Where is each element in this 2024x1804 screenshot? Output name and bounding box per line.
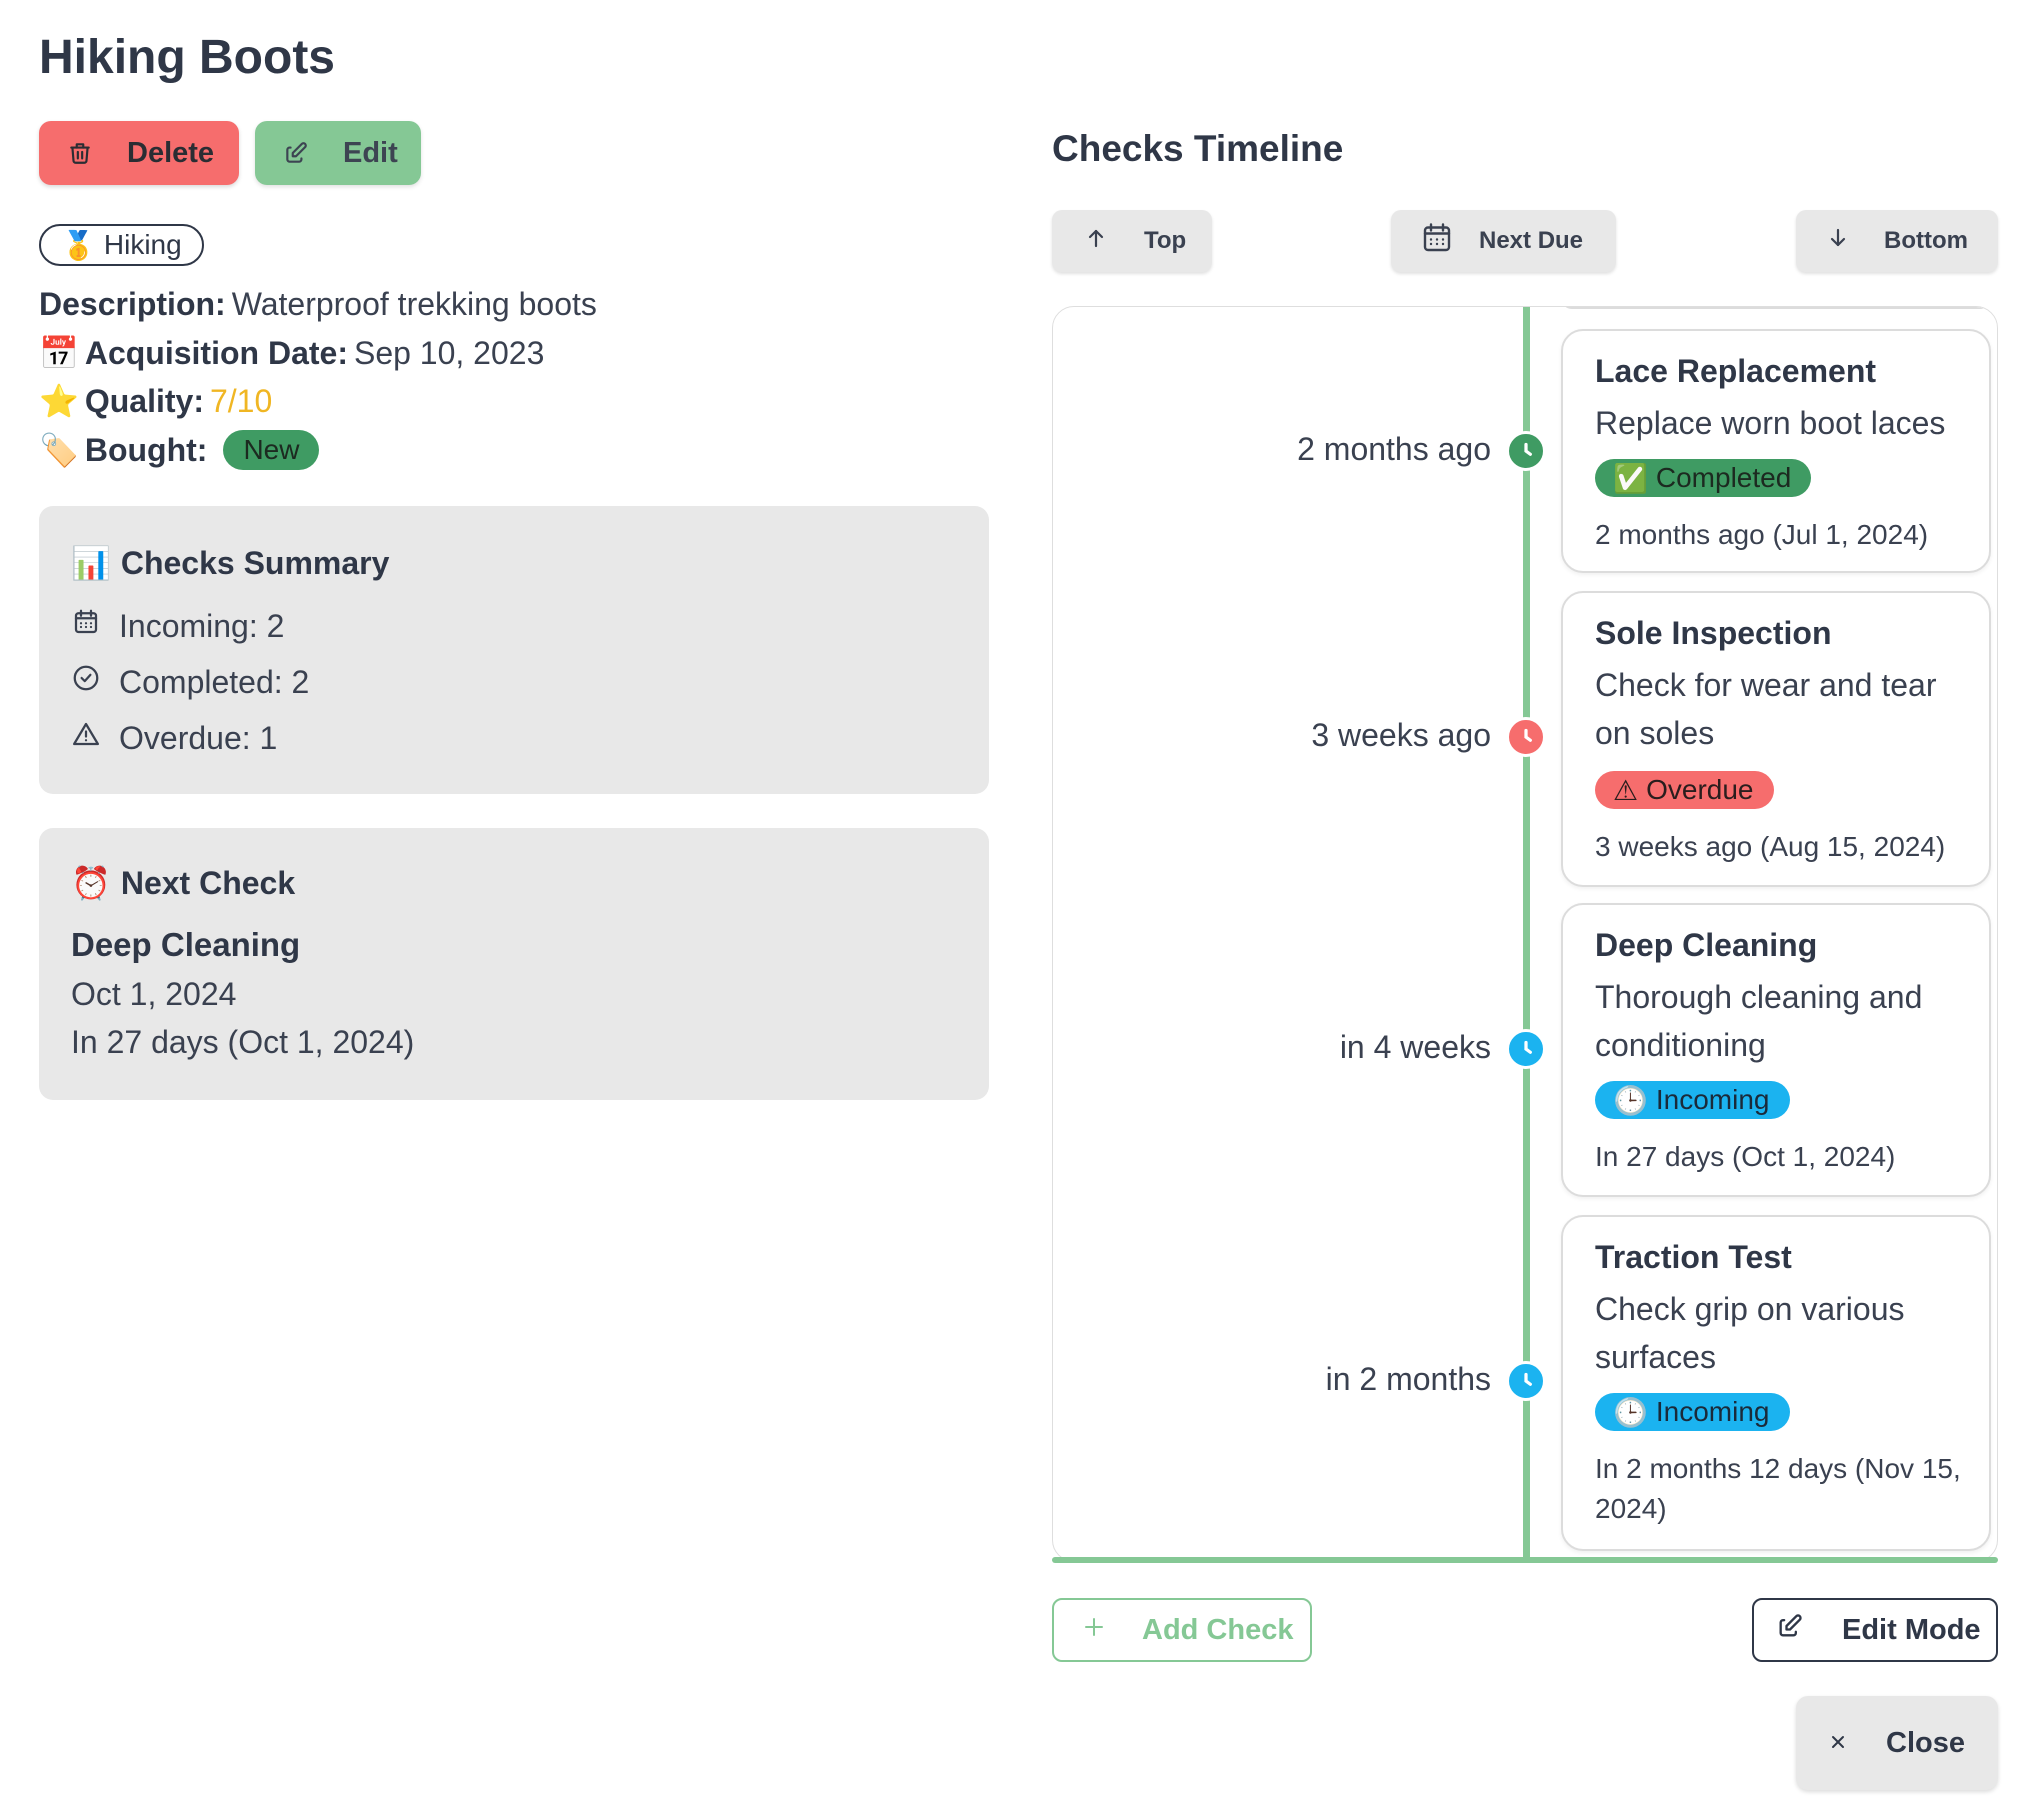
description-label: Description: [39,286,226,322]
next-check-date: Oct 1, 2024 [71,976,237,1012]
price-tag-icon: 🏷️ [39,432,79,468]
scroll-top-button[interactable]: Top [1052,210,1212,272]
alarm-clock-icon: ⏰ [71,865,111,901]
next-check-name: Deep Cleaning [71,926,301,963]
status-badge: 🕒 Incoming [1595,1393,1790,1431]
check-circle-icon [71,663,101,701]
bought-label: Bought: [84,431,208,468]
card-title: Deep Cleaning [1595,927,1818,963]
card-date: 3 weeks ago (Aug 15, 2024) [1595,831,1946,862]
scroll-bottom-button[interactable]: Bottom [1796,210,1998,272]
card-description: Thorough cleaning and conditioning [1595,979,1923,1063]
card-title: Traction Test [1595,1239,1792,1275]
timeline-card[interactable]: Traction Test Check grip on various surf… [1561,1215,1991,1551]
timeline-title: Checks Timeline [1052,128,1344,169]
acquisition-value: Sep 10, 2023 [353,334,545,371]
timeline-card[interactable]: Sole Inspection Check for wear and tear … [1561,591,1991,887]
clock-icon [1506,431,1546,471]
summary-completed: Completed: 2 [71,663,309,701]
arrow-up-icon [1084,226,1108,257]
add-check-button[interactable]: Add Check [1052,1598,1312,1662]
timeline-when: in 2 months [1325,1361,1491,1397]
description-value: Waterproof trekking boots [231,286,597,322]
clock-icon: 🕒 [1613,1396,1648,1428]
arrow-down-icon [1826,226,1850,257]
clock-icon [1506,717,1546,757]
quality-label: Quality: [84,382,204,419]
edit-icon [1776,1612,1804,1648]
edit-button[interactable]: Edit [255,121,421,185]
checks-summary-title: 📊 Checks Summary [71,544,390,582]
category-tag-label: Hiking [103,229,182,260]
edit-mode-button[interactable]: Edit Mode [1752,1598,1998,1662]
bought-row: 🏷️ Bought: New [39,430,320,470]
timeline-when: 3 weeks ago [1311,717,1491,753]
timeline-card[interactable]: Deep Cleaning Thorough cleaning and cond… [1561,903,1991,1197]
warning-icon: ⚠ [1613,774,1639,806]
timeline-when: 2 months ago [1297,431,1491,467]
status-badge: ⚠ Overdue [1595,771,1774,809]
bar-chart-icon: 📊 [71,545,111,581]
summary-incoming: Incoming: 2 [71,607,284,645]
next-check-title: ⏰ Next Check [71,864,296,902]
close-button[interactable]: Close [1796,1696,1998,1790]
timeline-bottom-border [1052,1557,1998,1563]
next-due-button[interactable]: Next Due [1391,210,1616,272]
timeline-when: in 4 weeks [1339,1029,1491,1065]
page-title: Hiking Boots [39,31,335,84]
category-tag[interactable]: 🥇 Hiking [39,224,204,266]
edit-icon [283,140,309,166]
calendar-outline-icon [71,607,101,645]
star-icon: ⭐ [39,383,79,419]
card-description: Check for wear and tear on soles [1595,667,1937,751]
delete-button[interactable]: Delete [39,121,239,185]
previous-card-edge [1561,307,1991,309]
calendar-icon: 📅 [39,335,79,371]
status-badge: ✅ Completed [1595,459,1812,497]
quality-value: 7/10 [209,382,273,419]
medal-icon: 🥇 [61,229,96,261]
bought-badge: New [223,430,320,470]
warning-icon [71,719,101,757]
quality-row: ⭐ Quality: 7/10 [39,382,272,420]
card-description: Replace worn boot laces [1595,405,1946,441]
calendar-icon [1419,220,1455,263]
card-date: 2 months ago (Jul 1, 2024) [1595,519,1929,550]
summary-overdue: Overdue: 1 [71,719,277,757]
next-check-relative: In 27 days (Oct 1, 2024) [71,1024,415,1060]
card-description: Check grip on various surfaces [1595,1291,1905,1375]
next-check-panel: ⏰ Next Check Deep Cleaning Oct 1, 2024 I… [39,828,989,1100]
card-date: In 27 days (Oct 1, 2024) [1595,1141,1896,1172]
acquisition-row: 📅 Acquisition Date: Sep 10, 2023 [39,334,544,372]
timeline-scroll-area[interactable]: 2 months ago Lace Replacement Replace wo… [1052,306,1998,1562]
edit-button-label: Edit [343,136,398,169]
close-icon [1828,1727,1848,1760]
clock-icon [1506,1361,1546,1401]
card-title: Sole Inspection [1595,615,1832,651]
timeline-card[interactable]: Lace Replacement Replace worn boot laces… [1561,329,1991,573]
card-date: In 2 months 12 days (Nov 15, 2024) [1595,1453,1961,1524]
card-title: Lace Replacement [1595,353,1877,389]
clock-icon [1506,1029,1546,1069]
delete-button-label: Delete [127,136,215,169]
description-row: Description: Waterproof trekking boots [39,286,597,323]
status-badge: 🕒 Incoming [1595,1081,1790,1119]
clock-icon: 🕒 [1613,1084,1648,1116]
plus-icon [1082,1614,1106,1647]
acquisition-label: Acquisition Date: [84,334,348,371]
checks-summary-panel: 📊 Checks Summary Incoming: 2 Completed: … [39,506,989,794]
trash-icon [67,140,93,166]
check-mark-icon: ✅ [1613,462,1648,494]
